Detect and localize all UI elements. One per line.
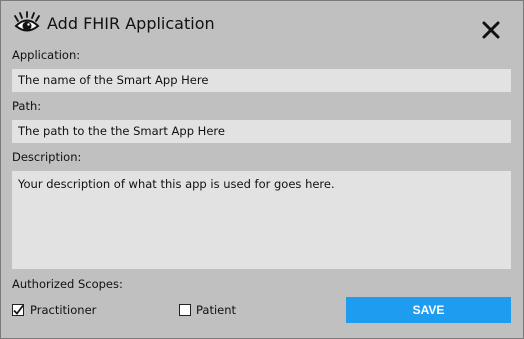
add-fhir-application-dialog: Add FHIR Application Application: Path: … (0, 0, 524, 339)
dialog-title: Add FHIR Application (47, 14, 215, 33)
practitioner-checkbox[interactable] (12, 304, 24, 316)
description-textarea[interactable]: Your description of what this app is use… (12, 171, 511, 269)
checkmark-icon (13, 304, 24, 315)
path-input[interactable] (12, 120, 511, 143)
close-icon[interactable] (481, 20, 501, 40)
application-input[interactable] (12, 69, 511, 92)
patient-checkbox[interactable] (179, 304, 191, 316)
description-label: Description: (12, 150, 82, 164)
patient-label: Patient (196, 303, 237, 317)
practitioner-label: Practitioner (30, 303, 97, 317)
application-label: Application: (12, 48, 81, 62)
save-button[interactable]: SAVE (346, 297, 511, 323)
authorized-scopes-label: Authorized Scopes: (12, 277, 123, 291)
eye-icon (14, 11, 40, 32)
path-label: Path: (12, 99, 42, 113)
